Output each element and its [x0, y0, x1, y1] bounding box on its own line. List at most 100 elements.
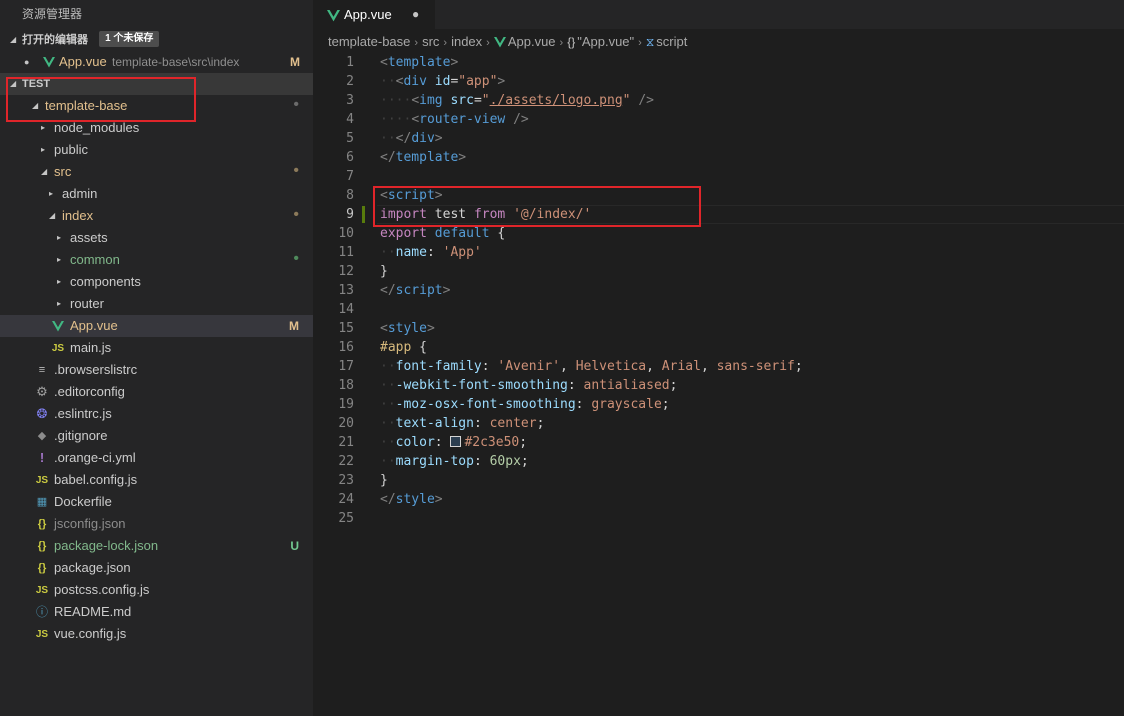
code-line[interactable]: #app { [380, 338, 427, 357]
tree-file[interactable]: {} package.json [0, 557, 313, 579]
line-number: 7 [346, 169, 354, 184]
tree-folder[interactable]: ◢ src • [0, 161, 313, 183]
code-token: sans-serif [716, 359, 795, 374]
code-line[interactable]: </template> [380, 148, 466, 167]
chevron-right-icon: ▸ [57, 299, 62, 308]
code-line[interactable]: <style> [380, 319, 435, 338]
tree-file[interactable]: {} jsconfig.json [0, 513, 313, 535]
line-number: 18 [338, 378, 354, 393]
code-token: src [450, 93, 474, 108]
code-line[interactable]: ··color: #2c3e50; [380, 433, 527, 452]
tree-folder[interactable]: ▸ admin [0, 183, 313, 205]
code-line[interactable]: ····<img src="./assets/logo.png" /> [380, 91, 654, 110]
code-line[interactable]: ··<div id="app"> [380, 72, 505, 91]
changes-dot-icon: • [293, 250, 299, 267]
code-line[interactable]: } [380, 471, 388, 490]
code-line[interactable]: ··-webkit-font-smoothing: antialiased; [380, 376, 677, 395]
tree-file[interactable]: JS main.js [0, 337, 313, 359]
code-line[interactable]: </style> [380, 490, 443, 509]
tree-file[interactable]: ▦ Dockerfile [0, 491, 313, 513]
tree-file[interactable]: JS vue.config.js [0, 623, 313, 645]
line-number: 21 [338, 435, 354, 450]
lines-icon: ≡ [38, 364, 46, 376]
chevron-right-icon: ▸ [41, 145, 46, 154]
line-number: 2 [346, 74, 354, 89]
tree-file[interactable]: JS postcss.config.js [0, 579, 313, 601]
open-editor-item[interactable]: ● App.vue template-base\src\index M [0, 51, 313, 73]
code-line[interactable]: ··text-align: center; [380, 414, 544, 433]
tree-folder[interactable]: ▸ router [0, 293, 313, 315]
tree-item-label: common [70, 252, 120, 267]
code-token: div [411, 131, 435, 146]
tree-file[interactable]: ❂ .eslintrc.js [0, 403, 313, 425]
code-token: -webkit-font-smoothing [395, 378, 568, 393]
code-line[interactable]: } [380, 262, 388, 281]
tree-item-label: .browserslistrc [54, 362, 138, 377]
vue-icon [42, 51, 56, 73]
line-number: 22 [338, 454, 354, 469]
code-token: : [473, 416, 490, 431]
tree-folder[interactable]: ▸ assets [0, 227, 313, 249]
code-editor[interactable]: 1 <template> 2 ··<div id="app"> 3 ····<img sr… [313, 53, 1124, 716]
yaml-icon: ! [39, 450, 45, 465]
chevron-right-icon: ▸ [57, 255, 62, 264]
breadcrumb-item[interactable]: App.vue [508, 34, 556, 49]
chevron-right-icon: › [443, 37, 448, 49]
code-line[interactable]: ··name: 'App' [380, 243, 482, 262]
tree-item-label: admin [62, 186, 98, 201]
breadcrumb-item[interactable]: index [451, 34, 482, 49]
code-line[interactable]: <template> [380, 53, 458, 72]
breadcrumb-item[interactable]: script [656, 34, 687, 49]
code-token: ; [794, 359, 803, 374]
code-token: ·· [380, 416, 396, 431]
tree-folder[interactable]: ▸ components [0, 271, 313, 293]
code-line[interactable]: ··</div> [380, 129, 443, 148]
code-token: = [473, 93, 482, 108]
tree-folder[interactable]: ◢ index • [0, 205, 313, 227]
code-token: 'App' [442, 245, 482, 260]
code-token: : [434, 435, 451, 450]
tree-file[interactable]: ! .orange-ci.yml [0, 447, 313, 469]
line-number: 17 [338, 359, 354, 374]
docker-icon: ▦ [36, 496, 48, 508]
tree-item-label: .orange-ci.yml [54, 450, 136, 465]
tree-folder[interactable]: ▸ common • [0, 249, 313, 271]
code-token: ·· [380, 359, 396, 374]
tree-file[interactable]: JS babel.config.js [0, 469, 313, 491]
code-line[interactable]: ····<router-view /> [380, 110, 529, 129]
js-icon: JS [35, 475, 49, 486]
tree-file[interactable]: ⓘ README.md [0, 601, 313, 623]
breadcrumb-item[interactable]: "App.vue" [577, 34, 634, 49]
code-token: ···· [380, 112, 412, 127]
tree-file[interactable]: ◆ .gitignore [0, 425, 313, 447]
code-line[interactable]: ··font-family: 'Avenir', Helvetica, Aria… [380, 357, 803, 376]
tree-folder[interactable]: ▸ public [0, 139, 313, 161]
code-token: template [395, 150, 459, 165]
tree-file[interactable]: {} package-lock.json U [0, 535, 313, 557]
tab-app-vue[interactable]: App.vue ● [313, 0, 435, 29]
tree-file[interactable]: ⚙ .editorconfig [0, 381, 313, 403]
code-token: ·· [380, 378, 396, 393]
chevron-right-icon: ▸ [57, 233, 62, 242]
code-token: : [473, 454, 490, 469]
code-line[interactable]: ··-moz-osx-font-smoothing: grayscale; [380, 395, 670, 414]
code-line[interactable]: ··margin-top: 60px; [380, 452, 529, 471]
open-editors-header[interactable]: ◢ 打开的编辑器 1 个未保存 [0, 29, 313, 51]
vue-icon [51, 315, 65, 337]
gutter-added-marker [362, 206, 365, 223]
tree-file[interactable]: App.vue M [0, 315, 313, 337]
tree-file[interactable]: ≡ .browserslistrc [0, 359, 313, 381]
code-token: 60px [489, 454, 521, 469]
tree-item-label: .editorconfig [54, 384, 125, 399]
breadcrumb-item[interactable]: src [422, 34, 439, 49]
tree-item-label: babel.config.js [54, 472, 138, 487]
tree-item-label: README.md [54, 604, 132, 619]
chevron-right-icon: › [486, 37, 490, 49]
open-editor-name: App.vue [59, 54, 107, 69]
unsaved-dot-icon[interactable]: ● [412, 0, 419, 29]
breadcrumb-item[interactable]: template-base [328, 34, 410, 49]
code-line[interactable]: </script> [380, 281, 450, 300]
code-token: style [387, 321, 427, 336]
color-swatch-icon[interactable] [450, 436, 462, 447]
